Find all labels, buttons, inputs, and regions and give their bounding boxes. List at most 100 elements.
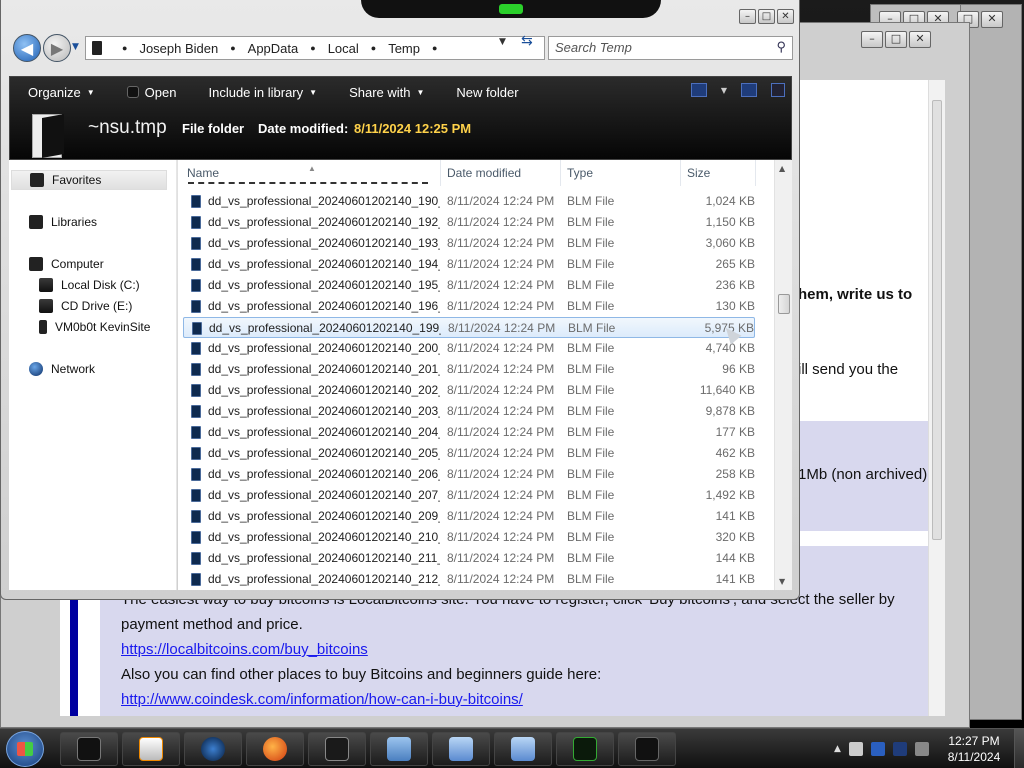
nav-item-cd-drive[interactable]: CD Drive (E:) [39,296,132,316]
tray-network-icon[interactable] [870,742,885,756]
maximize-button[interactable]: □ [758,9,775,24]
taskbar-globe-button[interactable] [184,732,242,766]
show-desktop-button[interactable] [1014,729,1024,768]
tray-monitor-icon[interactable] [892,742,907,756]
maximize-icon[interactable]: □ [885,31,907,48]
file-type: BLM File [567,488,615,502]
file-row[interactable]: dd_vs_professional_20240601202140_196_..… [183,296,755,317]
taskbar-media-player-button[interactable] [122,732,180,766]
file-type: BLM File [567,425,615,439]
file-row[interactable]: dd_vs_professional_20240601202140_199_..… [183,317,755,338]
taskbar-network-button-2[interactable] [494,732,552,766]
nav-item-favorites[interactable]: Favorites [11,170,167,190]
taskbar-explorer-button[interactable] [60,732,118,766]
refresh-icon[interactable]: ⇆ [521,33,533,49]
file-row[interactable]: dd_vs_professional_20240601202140_195_..… [183,275,755,296]
file-row[interactable]: dd_vs_professional_20240601202140_211_..… [183,548,755,569]
title-bar[interactable]: – □ ✕ [1,0,801,30]
close-icon[interactable]: ✕ [981,11,1003,28]
breadcrumb-appdata[interactable]: AppData [248,41,299,56]
start-button[interactable] [6,731,44,767]
include-in-library-button[interactable]: Include in library ▼ [190,85,331,100]
organize-button[interactable]: Organize ▼ [10,85,109,100]
file-type: BLM File [567,446,615,460]
forward-button[interactable]: ▶ [43,34,71,62]
scroll-up-icon[interactable]: ▲ [779,164,785,173]
search-input[interactable]: Search Temp ⚲ [548,36,793,60]
nav-item-local-disk[interactable]: Local Disk (C:) [39,275,140,295]
breadcrumb-separator[interactable]: ● [310,43,315,53]
file-date: 8/11/2024 12:24 PM [447,236,555,250]
chevron-down-icon: ▼ [86,87,95,97]
file-name: dd_vs_professional_20240601202140_195_..… [208,278,440,292]
file-row[interactable]: dd_vs_professional_20240601202140_207_..… [183,485,755,506]
close-icon[interactable]: ✕ [909,31,931,48]
file-row[interactable]: dd_vs_professional_20240601202140_205_..… [183,443,755,464]
taskbar-control-panel-button[interactable] [370,732,428,766]
help-icon[interactable] [771,83,785,97]
minimize-icon[interactable]: – [861,31,883,48]
file-row[interactable]: dd_vs_professional_20240601202140_193_..… [183,233,755,254]
breadcrumb-separator[interactable]: ● [230,43,235,53]
hard-drive-icon [39,278,53,292]
breadcrumb-temp[interactable]: Temp [388,41,420,56]
file-row[interactable]: dd_vs_professional_20240601202140_204_..… [183,422,755,443]
tray-expand-icon[interactable]: ▲ [834,744,841,754]
scrollbar-thumb[interactable] [778,294,790,314]
taskbar-folder-button[interactable] [618,732,676,766]
address-bar[interactable]: ● Joseph Biden ● AppData ● Local ● Temp … [85,36,545,60]
file-row[interactable]: dd_vs_professional_20240601202140_190_..… [183,191,755,212]
nav-item-computer[interactable]: Computer [29,254,104,274]
close-button[interactable]: ✕ [777,9,794,24]
scrollbar-thumb[interactable] [932,100,942,540]
taskbar-monitor-button[interactable] [308,732,366,766]
nav-item-network[interactable]: Network [29,359,95,379]
file-row[interactable]: dd_vs_professional_20240601202140_201_..… [183,359,755,380]
search-icon[interactable]: ⚲ [776,39,786,55]
coindesk-link[interactable]: http://www.coindesk.com/information/how-… [121,691,523,708]
ransom-scrollbar[interactable] [928,80,945,716]
file-row[interactable]: dd_vs_professional_20240601202140_210_..… [183,527,755,548]
breadcrumb-local[interactable]: Local [328,41,359,56]
file-list-scrollbar[interactable]: ▲ ▼ [774,160,792,590]
column-header-date[interactable]: Date modified [441,160,561,186]
localbitcoins-link[interactable]: https://localbitcoins.com/buy_bitcoins [121,641,368,658]
file-row[interactable]: dd_vs_professional_20240601202140_202_..… [183,380,755,401]
column-header-size[interactable]: Size [681,160,756,186]
file-row[interactable]: dd_vs_professional_20240601202140_192_..… [183,212,755,233]
breadcrumb-separator[interactable]: ● [122,43,127,53]
preview-pane-icon[interactable] [741,83,757,97]
blm-file-icon [191,258,201,271]
recent-pages-dropdown-icon[interactable]: ▼ [72,42,82,52]
taskbar-perf-monitor-button[interactable] [556,732,614,766]
file-row[interactable]: dd_vs_professional_20240601202140_200_..… [183,338,755,359]
nav-item-network-share[interactable]: VM0b0t KevinSite [39,317,150,337]
taskbar-network-button[interactable] [432,732,490,766]
include-in-library-label: Include in library [208,84,304,100]
scroll-down-icon[interactable]: ▼ [779,577,785,586]
file-row[interactable]: dd_vs_professional_20240601202140_209_..… [183,506,755,527]
taskbar-clock[interactable]: 12:27 PM 8/11/2024 [936,733,1012,765]
breadcrumb-separator[interactable]: ● [371,43,376,53]
address-dropdown-icon[interactable]: ▼ [499,37,506,47]
open-button[interactable]: Open [109,85,191,100]
file-row[interactable]: dd_vs_professional_20240601202140_203_..… [183,401,755,422]
folder-large-icon [24,112,68,160]
file-row[interactable]: dd_vs_professional_20240601202140_194_..… [183,254,755,275]
tray-volume-icon[interactable] [914,742,929,756]
new-folder-button[interactable]: New folder [438,85,532,100]
file-row[interactable]: dd_vs_professional_20240601202140_212_..… [183,569,755,590]
tray-device-icon[interactable] [848,742,863,756]
column-header-type[interactable]: Type [561,160,681,186]
change-view-icon[interactable] [690,83,707,97]
minimize-button[interactable]: – [739,9,756,24]
address-row: ◀ ▶ ▼ ● Joseph Biden ● AppData ● Local ●… [9,30,793,66]
nav-item-libraries[interactable]: Libraries [29,212,97,232]
breadcrumb-user[interactable]: Joseph Biden [139,41,218,56]
share-with-button[interactable]: Share with ▼ [331,85,438,100]
taskbar-firefox-button[interactable] [246,732,304,766]
back-button[interactable]: ◀ [13,34,41,62]
chevron-down-icon[interactable]: ▼ [721,86,727,95]
breadcrumb-separator[interactable]: ● [432,43,437,53]
file-row[interactable]: dd_vs_professional_20240601202140_206_..… [183,464,755,485]
